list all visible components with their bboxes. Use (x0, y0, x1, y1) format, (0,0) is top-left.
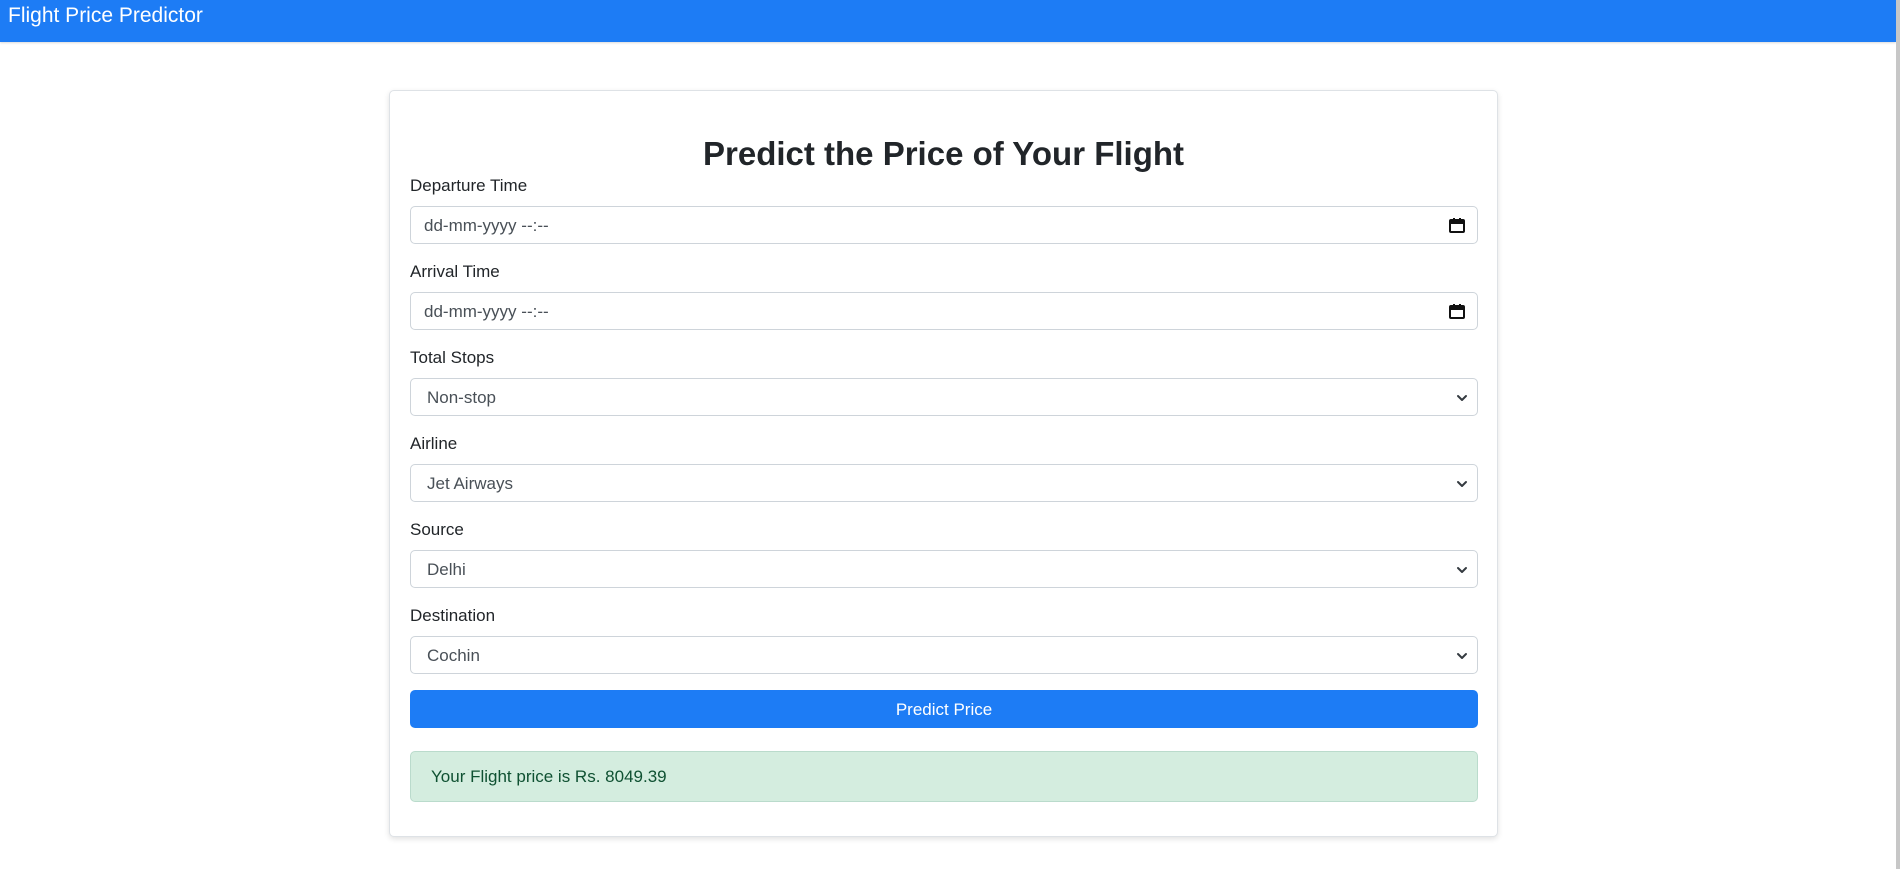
total-stops-select[interactable]: Non-stop (410, 378, 1478, 416)
departure-time-label: Departure Time (410, 176, 528, 195)
prediction-result-alert: Your Flight price is Rs. 8049.39 (410, 751, 1478, 802)
chevron-down-icon (1455, 563, 1469, 577)
airline-selected: Jet Airways (427, 474, 513, 493)
page-title: Predict the Price of Your Flight (702, 135, 1184, 173)
chevron-down-icon (1455, 391, 1469, 405)
destination-label: Destination (410, 606, 496, 625)
calendar-icon[interactable] (1449, 303, 1465, 319)
airline-label: Airline (410, 434, 458, 453)
vertical-scrollbar[interactable] (1896, 0, 1900, 869)
calendar-icon[interactable] (1449, 217, 1465, 233)
predict-price-button[interactable]: Predict Price (410, 690, 1478, 728)
total-stops-label: Total Stops (410, 348, 495, 367)
chevron-down-icon (1455, 477, 1469, 491)
scrollbar-thumb[interactable] (1896, 0, 1900, 869)
total-stops-selected: Non-stop (427, 388, 496, 407)
destination-select[interactable]: Cochin (410, 636, 1478, 674)
navbar-brand[interactable]: Flight Price Predictor (8, 4, 203, 28)
prediction-card: Predict the Price of Your Flight Departu… (389, 90, 1498, 837)
page: Flight Price Predictor Predict the Price… (0, 0, 1900, 869)
chevron-down-icon (1455, 649, 1469, 663)
prediction-result-text: Your Flight price is Rs. 8049.39 (431, 767, 667, 786)
arrival-time-input[interactable]: dd-mm-yyyy --:-- (410, 292, 1478, 330)
airline-select[interactable]: Jet Airways (410, 464, 1478, 502)
destination-selected: Cochin (427, 646, 480, 665)
source-label: Source (410, 520, 464, 539)
source-select[interactable]: Delhi (410, 550, 1478, 588)
top-navbar: Flight Price Predictor (0, 0, 1896, 42)
departure-time-input[interactable]: dd-mm-yyyy --:-- (410, 206, 1478, 244)
departure-time-value: dd-mm-yyyy --:-- (424, 216, 549, 235)
arrival-time-value: dd-mm-yyyy --:-- (424, 302, 549, 321)
source-selected: Delhi (427, 560, 466, 579)
arrival-time-label: Arrival Time (410, 262, 500, 281)
